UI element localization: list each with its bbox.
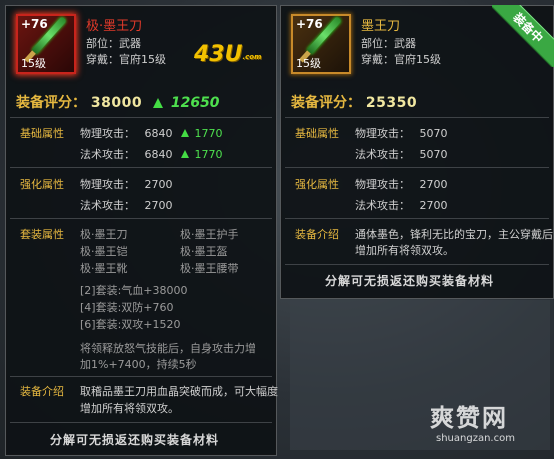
arrow-up-icon: [181, 129, 189, 137]
stat-value: 5070: [419, 148, 448, 161]
divider: [10, 167, 272, 168]
divider: [10, 422, 272, 423]
score-value: 38000: [90, 95, 143, 111]
stat-label: 法术攻击：: [355, 199, 410, 212]
stat-label: 法术攻击：: [355, 148, 410, 161]
stat-value: 2700: [144, 199, 173, 212]
set-description: 加1%+7400，持续5秒: [80, 358, 197, 371]
arrow-up-icon: [152, 98, 163, 108]
site-logo: 43U.com: [194, 42, 261, 67]
stat-label: 法术攻击：: [80, 148, 135, 161]
set-bonus: [4]套装:双防+760: [80, 301, 174, 314]
intro-text: 增加所有将领双攻。: [355, 244, 454, 257]
watermark-domain: shuangzan.com: [436, 433, 515, 444]
set-bonus: [2]套装:气血+38000: [80, 284, 188, 297]
item-icon[interactable]: +76 15级: [291, 14, 351, 74]
stat-label: 物理攻击：: [355, 178, 410, 191]
stat-label: 法术攻击：: [80, 199, 135, 212]
stat-row: 物理攻击： 2700: [355, 176, 448, 192]
set-item: 极·墨王盔: [180, 245, 228, 258]
item-tooltip-equipped: +76 15级 墨王刀 部位：武器 穿戴：官府15级 装备中 装备评分： 253…: [280, 5, 554, 299]
intro-text: 通体墨色，锋利无比的宝刀，主公穿戴后: [355, 228, 553, 241]
stat-value: 5070: [419, 127, 448, 140]
item-icon[interactable]: +76 15级: [16, 14, 76, 74]
watermark-title: 爽赞网: [430, 404, 508, 432]
item-slot: 部位：武器: [361, 37, 416, 50]
footer-note: 分解可无损返还购买装备材料: [50, 433, 220, 447]
score-row: 装备评分： 38000 12650: [16, 92, 220, 112]
item-requirement: 穿戴：官府15级: [86, 53, 166, 66]
equipped-badge: 装备中: [492, 5, 554, 67]
logo-text: 43U: [194, 42, 243, 67]
divider: [10, 218, 272, 219]
arrow-up-icon: [181, 150, 189, 158]
stat-label: 物理攻击：: [80, 178, 135, 191]
set-item: 极·墨王靴: [80, 262, 128, 275]
stat-value: 2700: [419, 178, 448, 191]
section-title-intro: 装备介绍: [20, 385, 64, 398]
section-title-intro: 装备介绍: [295, 228, 339, 241]
set-item: 极·墨王刀: [80, 228, 128, 241]
footer-note: 分解可无损返还购买装备材料: [325, 274, 495, 288]
section-title-enhance: 强化属性: [20, 178, 64, 191]
divider: [285, 218, 549, 219]
stat-value: 2700: [419, 199, 448, 212]
set-bonus: [6]套装:双攻+1520: [80, 318, 181, 331]
item-requirement: 穿戴：官府15级: [361, 53, 441, 66]
intro-text: 增加所有将领双攻。: [80, 402, 179, 415]
section-title-base: 基础属性: [20, 127, 64, 140]
divider: [285, 117, 549, 118]
equipped-badge-label: 装备中: [492, 5, 554, 67]
stat-row: 法术攻击： 2700: [355, 197, 448, 213]
set-description: 将领释放怒气技能后，自身攻击力增: [80, 342, 256, 355]
stat-value: 6840: [144, 127, 173, 140]
score-label: 装备评分：: [291, 95, 361, 111]
divider: [285, 167, 549, 168]
stat-value: 6840: [144, 148, 173, 161]
stat-row: 物理攻击： 5070: [355, 125, 448, 141]
stat-delta: 1770: [194, 148, 223, 161]
stat-delta: 1770: [194, 127, 223, 140]
score-label: 装备评分：: [16, 95, 86, 111]
section-title-base: 基础属性: [295, 127, 339, 140]
logo-domain: .com: [242, 53, 262, 61]
item-name: 墨王刀: [361, 19, 401, 34]
item-enhance-level: +76: [21, 17, 48, 31]
stat-label: 物理攻击：: [355, 127, 410, 140]
set-item: 极·墨王铠: [80, 245, 128, 258]
intro-text: 取稽品墨王刀用血晶突破而成，可大幅度: [80, 385, 278, 398]
item-name: 极·墨王刀: [86, 19, 143, 34]
stat-value: 2700: [144, 178, 173, 191]
score-row: 装备评分： 25350: [291, 92, 417, 112]
set-item: 极·墨王腰带: [180, 262, 239, 275]
set-item: 极·墨王护手: [180, 228, 239, 241]
divider: [10, 117, 272, 118]
item-slot: 部位：武器: [86, 37, 141, 50]
stat-label: 物理攻击：: [80, 127, 135, 140]
item-enhance-level: +76: [296, 17, 323, 31]
stat-row: 法术攻击： 5070: [355, 146, 448, 162]
stat-row: 物理攻击： 6840 1770: [80, 125, 223, 141]
stat-row: 法术攻击： 2700: [80, 197, 173, 213]
item-level: 15级: [296, 57, 321, 70]
item-tooltip-new: +76 15级 极·墨王刀 部位：武器 穿戴：官府15级 43U.com 装备评…: [5, 5, 278, 456]
section-title-enhance: 强化属性: [295, 178, 339, 191]
stat-row: 物理攻击： 2700: [80, 176, 173, 192]
stat-row: 法术攻击： 6840 1770: [80, 146, 223, 162]
item-level: 15级: [21, 57, 46, 70]
divider: [285, 264, 549, 265]
site-watermark: 爽赞网 shuangzan.com: [430, 398, 515, 444]
section-title-set: 套装属性: [20, 228, 64, 241]
score-value: 25350: [365, 95, 418, 111]
divider: [10, 376, 272, 377]
score-delta: 12650: [170, 95, 220, 111]
